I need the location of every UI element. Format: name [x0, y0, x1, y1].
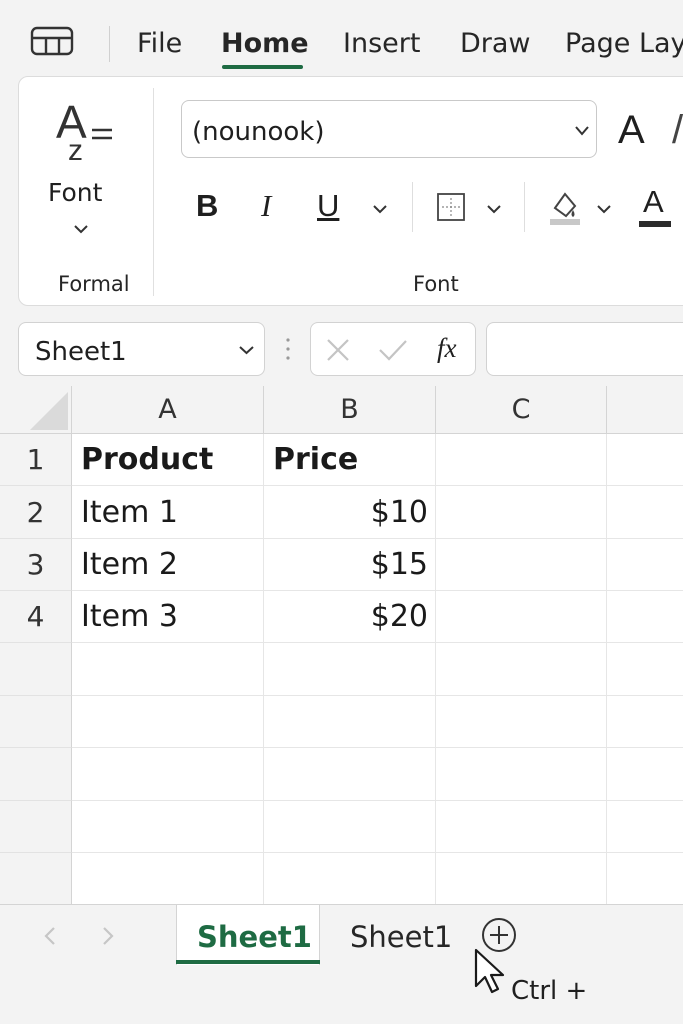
cell-c1[interactable] — [436, 434, 607, 486]
cell-b3[interactable]: $15 — [264, 539, 436, 591]
chevron-down-icon[interactable] — [596, 204, 612, 215]
tab-file[interactable]: File — [137, 28, 182, 59]
cell-b9[interactable] — [264, 853, 436, 904]
svg-text:z: z — [68, 134, 83, 162]
font-name-value: (nounook) — [192, 117, 325, 147]
group-divider — [153, 88, 154, 296]
font-color-button[interactable]: A — [643, 184, 664, 220]
grow-font-button[interactable]: A — [618, 108, 645, 153]
cell-b5[interactable] — [264, 643, 436, 696]
chevron-down-icon — [74, 225, 88, 234]
cell-c2[interactable] — [436, 486, 607, 539]
sheet-tab-label: Sheet1 — [197, 920, 312, 954]
sheet-tab-2[interactable]: Sheet1 — [350, 920, 452, 954]
select-all-icon — [30, 392, 68, 430]
row-header-7[interactable] — [0, 748, 72, 801]
row-header-1[interactable]: 1 — [0, 434, 72, 486]
scroll-left-icon[interactable] — [44, 926, 56, 946]
row-header-5[interactable] — [0, 643, 72, 696]
column-header-d[interactable] — [607, 386, 683, 434]
cell-b1[interactable]: Price — [264, 434, 436, 486]
cell-c3[interactable] — [436, 539, 607, 591]
formula-input[interactable] — [486, 322, 683, 376]
cell-a6[interactable] — [72, 696, 264, 748]
row-header-3[interactable]: 3 — [0, 539, 72, 591]
toolbar-divider — [524, 182, 525, 232]
cell-d7[interactable] — [607, 748, 683, 801]
cancel-icon[interactable] — [325, 337, 351, 363]
font-styles-icon: A z — [56, 96, 112, 162]
shrink-font-button[interactable]: / — [672, 108, 683, 153]
select-all-corner[interactable] — [0, 386, 72, 434]
font-color-swatch — [639, 221, 671, 227]
group-label-formal: Formal — [58, 272, 130, 296]
cell-a4[interactable]: Item 3 — [72, 591, 264, 643]
column-header-a[interactable]: A — [72, 386, 264, 434]
column-header-c[interactable]: C — [436, 386, 607, 434]
cell-c8[interactable] — [436, 801, 607, 853]
cell-a9[interactable] — [72, 853, 264, 904]
font-styles-label: Font — [48, 178, 103, 207]
chevron-down-icon[interactable] — [372, 204, 388, 215]
cell-d4[interactable] — [607, 591, 683, 643]
tab-divider — [109, 26, 110, 62]
cell-d6[interactable] — [607, 696, 683, 748]
cell-a7[interactable] — [72, 748, 264, 801]
cell-c9[interactable] — [436, 853, 607, 904]
cell-c7[interactable] — [436, 748, 607, 801]
mouse-cursor-icon — [474, 948, 505, 994]
row-header-6[interactable] — [0, 696, 72, 748]
scroll-right-icon[interactable] — [102, 926, 114, 946]
cell-d5[interactable] — [607, 643, 683, 696]
insert-function-button[interactable]: fx — [437, 333, 457, 364]
cell-b6[interactable] — [264, 696, 436, 748]
active-sheet-indicator — [176, 960, 320, 964]
toolbar-divider — [412, 182, 413, 232]
cell-d9[interactable] — [607, 853, 683, 904]
drag-handle-icon[interactable] — [286, 337, 290, 361]
cell-b7[interactable] — [264, 748, 436, 801]
row-header-4[interactable]: 4 — [0, 591, 72, 643]
chevron-down-icon[interactable] — [238, 345, 255, 356]
tab-page-layout[interactable]: Page Lay — [565, 28, 683, 59]
cell-a2[interactable]: Item 1 — [72, 486, 264, 539]
tab-draw[interactable]: Draw — [460, 28, 531, 59]
cell-d3[interactable] — [607, 539, 683, 591]
underline-button[interactable]: U — [317, 188, 339, 224]
cell-b8[interactable] — [264, 801, 436, 853]
app-grid-icon[interactable] — [30, 26, 74, 56]
italic-button[interactable]: I — [261, 188, 271, 224]
cell-a8[interactable] — [72, 801, 264, 853]
group-label-font: Font — [413, 272, 459, 296]
cell-c4[interactable] — [436, 591, 607, 643]
chevron-down-icon[interactable] — [486, 204, 502, 215]
tab-home[interactable]: Home — [221, 28, 309, 59]
chevron-down-icon — [575, 126, 589, 136]
cell-c6[interactable] — [436, 696, 607, 748]
cell-a3[interactable]: Item 2 — [72, 539, 264, 591]
row-header-9[interactable] — [0, 853, 72, 904]
cell-b2[interactable]: $10 — [264, 486, 436, 539]
active-tab-indicator — [222, 65, 303, 69]
cell-d8[interactable] — [607, 801, 683, 853]
name-box-value: Sheet1 — [35, 337, 127, 367]
tab-insert[interactable]: Insert — [343, 28, 420, 59]
borders-icon[interactable] — [436, 192, 466, 222]
shortcut-tooltip: Ctrl + — [511, 976, 588, 1006]
fill-color-icon[interactable] — [549, 188, 581, 228]
cell-d1[interactable] — [607, 434, 683, 486]
cell-a5[interactable] — [72, 643, 264, 696]
bold-button[interactable]: B — [196, 188, 218, 224]
cell-b4[interactable]: $20 — [264, 591, 436, 643]
cell-d2[interactable] — [607, 486, 683, 539]
row-header-8[interactable] — [0, 801, 72, 853]
cell-c5[interactable] — [436, 643, 607, 696]
enter-icon[interactable] — [377, 337, 409, 363]
row-header-2[interactable]: 2 — [0, 486, 72, 539]
cell-a1[interactable]: Product — [72, 434, 264, 486]
column-header-b[interactable]: B — [264, 386, 436, 434]
